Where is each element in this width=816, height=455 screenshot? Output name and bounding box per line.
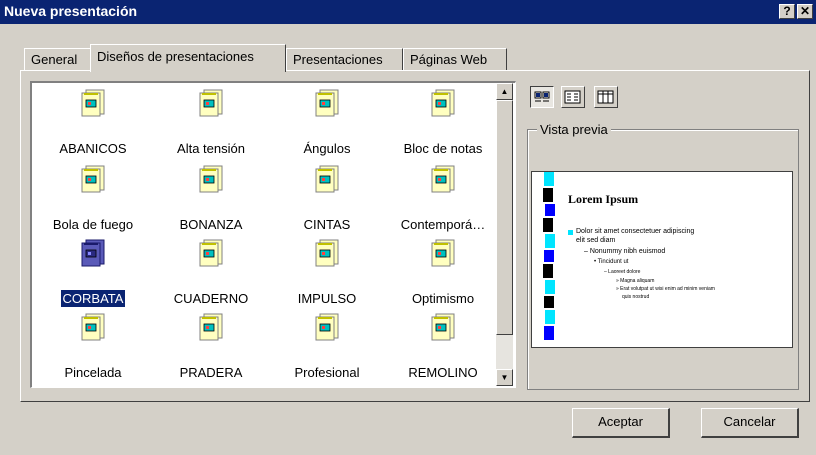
slide-bullet-icon xyxy=(568,230,573,235)
presentation-template-icon xyxy=(199,313,223,341)
tab-presentaciones[interactable]: Presentaciones xyxy=(286,48,403,70)
presentation-template-icon xyxy=(81,165,105,193)
tab-paginas-web[interactable]: Páginas Web xyxy=(403,48,507,70)
slide-line: » Erat volutpat ut wisi enim ad minim ve… xyxy=(616,286,715,292)
slide-title: Lorem Ipsum xyxy=(568,192,639,206)
presentation-template-icon xyxy=(81,313,105,341)
design-item-label: Profesional xyxy=(294,365,360,380)
scroll-thumb[interactable] xyxy=(496,100,513,335)
large-icons-view-button[interactable] xyxy=(530,86,554,108)
design-item[interactable]: Bloc de notas xyxy=(384,89,502,157)
design-item[interactable]: Ángulos xyxy=(268,89,386,157)
preview-label: Vista previa xyxy=(537,122,611,137)
title-bar[interactable]: Nueva presentación ? ✕ xyxy=(0,0,816,24)
design-item-label: Contemporá… xyxy=(400,217,486,232)
close-button[interactable]: ✕ xyxy=(797,4,813,19)
slide-tie-decoration xyxy=(543,172,555,340)
design-item[interactable]: Pincelada xyxy=(34,313,152,381)
presentation-template-icon xyxy=(431,313,455,341)
accept-button[interactable]: Aceptar xyxy=(572,408,670,438)
design-item[interactable]: Alta tensión xyxy=(152,89,270,157)
design-item-label: ABANICOS xyxy=(59,141,127,156)
design-item-label: Ángulos xyxy=(303,141,351,156)
design-item[interactable]: ABANICOS xyxy=(34,89,152,157)
slide-line: • Tincidunt ut xyxy=(594,259,629,265)
help-button[interactable]: ? xyxy=(779,4,795,19)
presentation-template-icon xyxy=(315,313,339,341)
design-item[interactable]: CINTAS xyxy=(268,165,386,233)
tab-disenos[interactable]: Diseños de presentaciones xyxy=(90,44,286,72)
cancel-button[interactable]: Cancelar xyxy=(701,408,799,438)
list-view-button[interactable] xyxy=(561,86,585,108)
presentation-template-icon xyxy=(431,89,455,117)
preview-slide: Lorem Ipsum Dolor sit amet consectetuer … xyxy=(531,171,793,348)
design-item[interactable]: PRADERA xyxy=(152,313,270,381)
design-item-label: Optimismo xyxy=(411,291,475,306)
design-item-label: Pincelada xyxy=(64,365,122,380)
design-item[interactable]: CORBATA xyxy=(34,239,152,308)
design-item-label: BONANZA xyxy=(179,217,243,232)
details-view-icon xyxy=(597,90,614,104)
presentation-template-icon xyxy=(81,89,105,117)
design-item[interactable]: IMPULSO xyxy=(268,239,386,307)
slide-line: – Laoreet dolore xyxy=(604,269,641,275)
design-item-label: REMOLINO xyxy=(408,365,478,380)
design-item[interactable]: Contemporá… xyxy=(384,165,502,233)
list-view-icon xyxy=(564,90,581,104)
slide-line: – Nonummy nibh euismod xyxy=(584,248,666,255)
presentation-template-icon xyxy=(431,239,455,267)
design-item-label: CUADERNO xyxy=(173,291,249,306)
design-item-label: Alta tensión xyxy=(177,141,245,156)
details-view-button[interactable] xyxy=(594,86,618,108)
presentation-template-icon xyxy=(81,239,105,267)
design-item[interactable]: BONANZA xyxy=(152,165,270,233)
slide-line: Dolor sit amet consectetuer adipiscing xyxy=(576,228,695,235)
design-item-label: PRADERA xyxy=(179,365,243,380)
presentation-template-icon xyxy=(315,89,339,117)
slide-line: elit sed diam xyxy=(576,237,616,244)
design-item[interactable]: REMOLINO xyxy=(384,313,502,381)
design-item[interactable]: CUADERNO xyxy=(152,239,270,307)
design-item-label: Bloc de notas xyxy=(403,141,483,156)
scroll-up-button[interactable]: ▲ xyxy=(496,83,513,100)
presentation-template-icon xyxy=(199,89,223,117)
slide-line: quis nostrud xyxy=(622,294,650,300)
scroll-down-button[interactable]: ▼ xyxy=(496,369,513,386)
design-list[interactable]: ABANICOS Alta tensión Ángulos Bloc de notas… xyxy=(30,81,516,388)
presentation-template-icon xyxy=(199,239,223,267)
presentation-template-icon xyxy=(431,165,455,193)
design-item-label: IMPULSO xyxy=(297,291,357,306)
presentation-template-icon xyxy=(315,239,339,267)
dialog-title: Nueva presentación xyxy=(4,3,138,19)
design-item-label: CORBATA xyxy=(59,289,127,308)
design-item[interactable]: Profesional xyxy=(268,313,386,381)
design-item-label: CINTAS xyxy=(303,217,351,232)
presentation-template-icon xyxy=(199,165,223,193)
slide-line: » Magna aliquam xyxy=(616,278,655,284)
vertical-scrollbar[interactable]: ▲ ▼ xyxy=(496,83,513,386)
design-item-label: Bola de fuego xyxy=(52,217,134,232)
large-icons-view-icon xyxy=(534,91,550,102)
design-item[interactable]: Bola de fuego xyxy=(34,165,152,233)
presentation-template-icon xyxy=(315,165,339,193)
tab-general[interactable]: General xyxy=(24,48,92,70)
design-item[interactable]: Optimismo xyxy=(384,239,502,307)
